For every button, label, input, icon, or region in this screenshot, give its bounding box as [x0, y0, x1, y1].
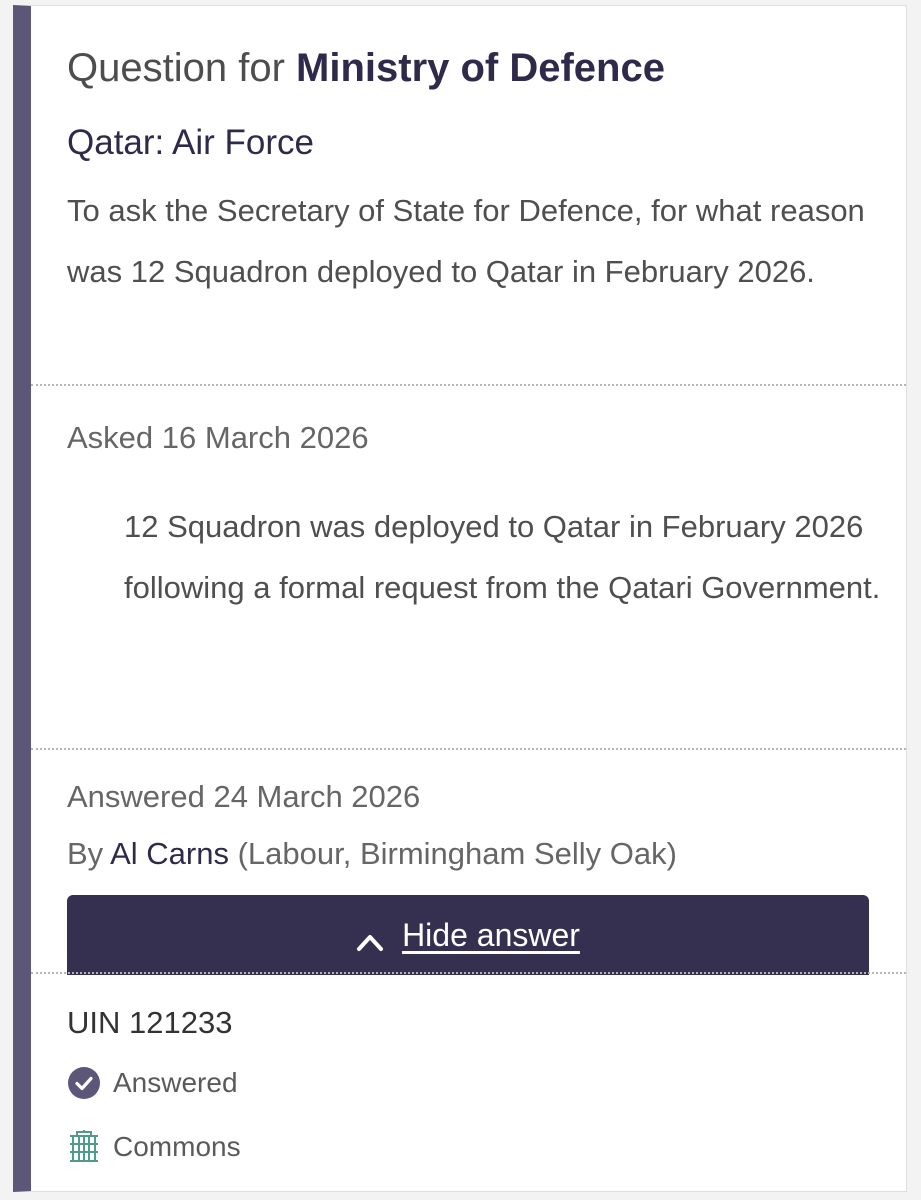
portcullis-icon — [67, 1130, 101, 1164]
divider — [31, 972, 906, 974]
answered-date: Answered 24 March 2026 — [67, 779, 421, 814]
question-text: To ask the Secretary of State for Defenc… — [67, 193, 865, 289]
chevron-up-icon — [356, 924, 384, 951]
house-row: Commons — [67, 1130, 241, 1164]
hide-answer-button[interactable]: Hide answer — [67, 895, 869, 975]
asked-date: Asked 16 March 2026 — [67, 420, 369, 455]
question-heading: Question for Ministry of Defence — [67, 44, 870, 92]
question-subject: Qatar: Air Force — [67, 123, 315, 162]
byline-prefix: By — [67, 836, 104, 871]
written-question-card: Question for Ministry of Defence Qatar: … — [13, 5, 907, 1192]
uin-label: UIN 121233 — [67, 1005, 233, 1040]
answer-byline: By Al Carns (Labour, Birmingham Selly Oa… — [67, 834, 870, 874]
department-name: Ministry of Defence — [296, 46, 665, 90]
status-row: Answered — [67, 1066, 238, 1100]
divider — [31, 748, 906, 750]
answer-text: 12 Squadron was deployed to Qatar in Feb… — [124, 509, 881, 605]
status-label: Answered — [113, 1067, 238, 1098]
house-label: Commons — [113, 1131, 241, 1162]
hide-answer-label: Hide answer — [402, 916, 580, 953]
member-detail: (Labour, Birmingham Selly Oak) — [237, 836, 677, 871]
member-link[interactable]: Al Carns — [110, 836, 229, 871]
check-circle-icon — [67, 1066, 101, 1100]
divider — [31, 384, 906, 386]
heading-prefix: Question for — [67, 46, 285, 90]
